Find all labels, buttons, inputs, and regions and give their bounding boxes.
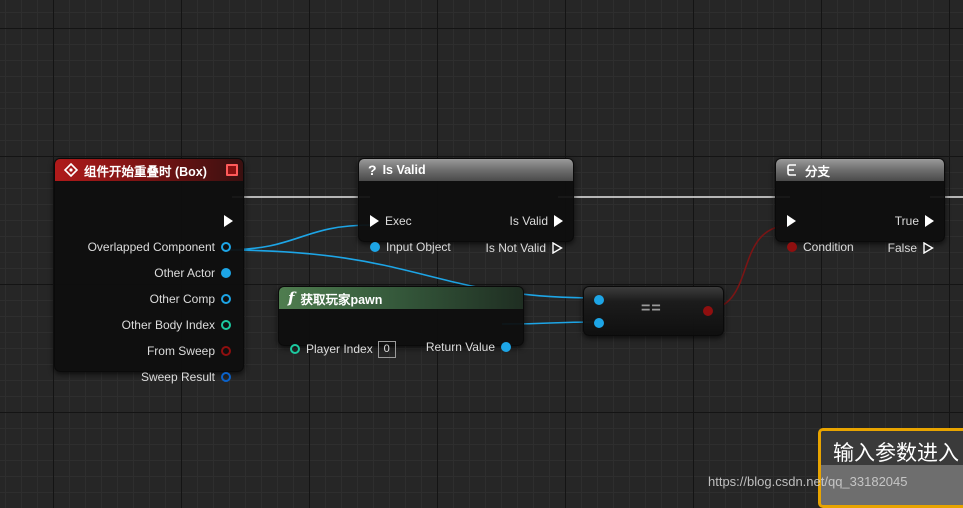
pin-label: Input Object xyxy=(386,240,451,254)
output-delegate-icon[interactable] xyxy=(226,164,238,176)
overlap-event-title: 组件开始重叠时 (Box) xyxy=(84,164,207,179)
exec-out-pin[interactable] xyxy=(554,215,563,227)
function-icon: f xyxy=(288,289,295,307)
branch-true-row[interactable]: True xyxy=(895,213,934,229)
pin-label: Exec xyxy=(385,214,412,228)
player-index-row[interactable]: Player Index 0 xyxy=(290,340,396,358)
pin-row-other-actor[interactable]: Other Actor xyxy=(154,265,231,281)
question-mark-icon: ? xyxy=(368,162,377,178)
pin-label: Condition xyxy=(803,240,854,254)
player-index-input[interactable]: 0 xyxy=(377,340,396,358)
pin-label: True xyxy=(894,214,919,228)
object-pin-icon[interactable] xyxy=(221,268,231,278)
pin-label: Other Actor xyxy=(154,266,215,280)
branch-false-row[interactable]: False xyxy=(888,240,934,256)
pin-row-overlapped-component[interactable]: Overlapped Component xyxy=(88,239,231,255)
branch-exec-in-row[interactable] xyxy=(787,213,796,229)
equal-operator-label: == xyxy=(641,300,662,317)
get-player-pawn-header[interactable]: f 获取玩家pawn xyxy=(279,287,523,309)
pin-row-sweep-result[interactable]: Sweep Result xyxy=(141,369,231,385)
object-wire-actor-to-isvalid xyxy=(222,224,373,251)
int-pin-icon[interactable] xyxy=(290,344,300,354)
exec-out-hollow-pin[interactable] xyxy=(923,241,934,255)
get-player-pawn-title: 获取玩家pawn xyxy=(300,292,383,307)
overlap-event-node[interactable]: 组件开始重叠时 (Box) Overlapped Component Other… xyxy=(54,158,244,384)
pin-label: Sweep Result xyxy=(140,370,215,384)
return-value-row[interactable]: Return Value xyxy=(426,339,511,355)
pin-label: Is Valid xyxy=(509,214,548,228)
is-valid-input-object-row[interactable]: Input Object xyxy=(370,239,451,255)
branch-node[interactable]: 分支 Condition True False xyxy=(775,158,945,255)
event-exec-out-row[interactable] xyxy=(224,213,233,229)
object-pin-icon[interactable] xyxy=(221,242,231,252)
pin-label: Player Index xyxy=(306,342,373,356)
bool-pin-icon[interactable] xyxy=(787,242,797,252)
exec-out-pin[interactable] xyxy=(224,215,233,227)
pin-label: False xyxy=(887,241,917,255)
equal-compare-node[interactable]: == xyxy=(583,286,724,336)
is-valid-out-row[interactable]: Is Valid xyxy=(510,213,563,229)
pin-label: From Sweep xyxy=(146,344,215,358)
struct-pin-icon[interactable] xyxy=(221,372,231,382)
pin-label: Overlapped Component xyxy=(87,240,215,254)
pin-row-other-comp[interactable]: Other Comp xyxy=(150,291,231,307)
is-valid-title: Is Valid xyxy=(382,163,426,177)
branch-header[interactable]: 分支 xyxy=(776,159,944,181)
pin-label: Is Not Valid xyxy=(485,241,546,255)
exec-in-pin[interactable] xyxy=(787,215,796,227)
watermark-text: https://blog.csdn.net/qq_33182045 xyxy=(708,474,908,489)
pin-row-from-sweep[interactable]: From Sweep xyxy=(147,343,231,359)
overlap-event-header[interactable]: 组件开始重叠时 (Box) xyxy=(55,159,243,181)
object-pin-icon[interactable] xyxy=(221,294,231,304)
branch-condition-row[interactable]: Condition xyxy=(787,239,854,255)
pin-label: Return Value xyxy=(425,340,495,354)
comment-popup[interactable]: 输入参数进入 xyxy=(818,428,963,508)
object-pin-icon[interactable] xyxy=(501,342,511,352)
event-diamond-icon xyxy=(64,163,78,177)
comment-popup-title: 输入参数进入 xyxy=(821,431,963,465)
get-player-pawn-node[interactable]: f 获取玩家pawn Player Index 0 Return Value xyxy=(278,286,524,358)
is-not-valid-out-row[interactable]: Is Not Valid xyxy=(486,240,563,256)
exec-out-pin[interactable] xyxy=(925,215,934,227)
is-valid-exec-in-row[interactable]: Exec xyxy=(370,213,412,229)
pin-label: Other Comp xyxy=(149,292,215,306)
pin-label: Other Body Index xyxy=(121,318,215,332)
pin-row-other-body-index[interactable]: Other Body Index xyxy=(122,317,231,333)
branch-icon xyxy=(785,163,799,177)
bool-pin-icon[interactable] xyxy=(221,346,231,356)
exec-in-pin[interactable] xyxy=(370,215,379,227)
int-pin-icon[interactable] xyxy=(221,320,231,330)
is-valid-header[interactable]: ? Is Valid xyxy=(359,159,573,181)
object-pin-icon[interactable] xyxy=(370,242,380,252)
is-valid-node[interactable]: ? Is Valid Exec Input Object Is Valid Is… xyxy=(358,158,574,255)
bool-pin-icon[interactable] xyxy=(703,306,713,316)
object-pin-icon[interactable] xyxy=(594,295,604,305)
branch-title: 分支 xyxy=(805,164,831,179)
exec-out-hollow-pin[interactable] xyxy=(552,241,563,255)
object-pin-icon[interactable] xyxy=(594,318,604,328)
